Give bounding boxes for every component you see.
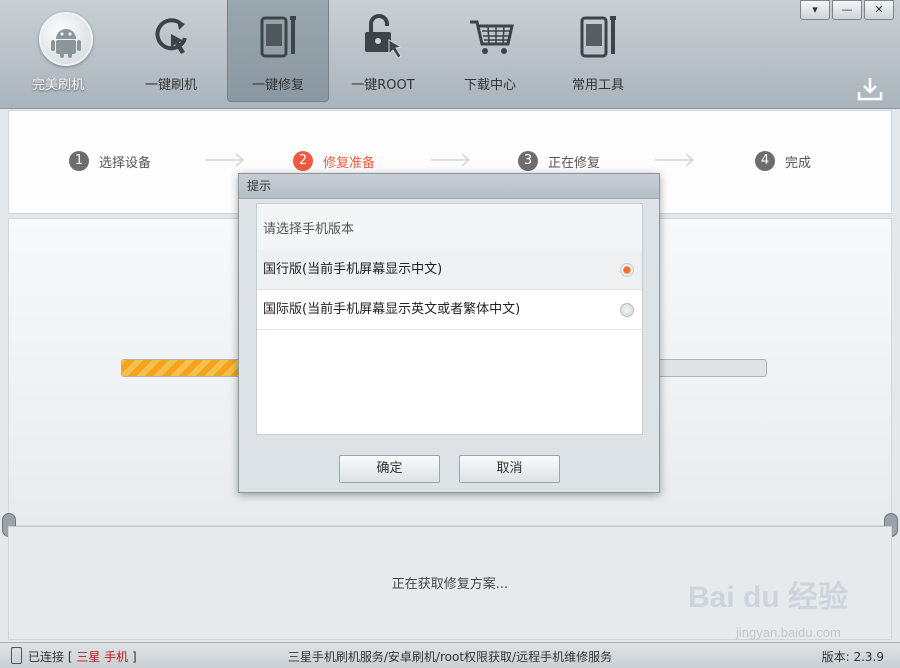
nav-label: 下载中心 <box>463 78 516 93</box>
ok-button[interactable]: 确定 <box>339 455 440 483</box>
nav-label: 一键修复 <box>251 78 304 93</box>
android-logo-icon <box>39 12 93 66</box>
close-button[interactable]: ✕ <box>864 0 894 20</box>
dialog-body: 请选择手机版本 国行版(当前手机屏幕显示中文) 国际版(当前手机屏幕显示英文或者… <box>256 203 643 435</box>
nav-label: 一键刷机 <box>144 78 197 93</box>
radio-button[interactable] <box>620 263 634 277</box>
step-label: 选择设备 <box>99 155 152 171</box>
nav-one-click-flash[interactable]: 一键刷机 <box>121 0 221 100</box>
step-number: 3 <box>518 151 538 171</box>
step-number: 2 <box>293 151 313 171</box>
step-repair-prep: 2 修复准备 <box>293 151 375 171</box>
step-number: 4 <box>755 151 775 171</box>
arrow-right-icon <box>205 153 245 167</box>
dialog-prompt: 请选择手机版本 <box>257 204 642 250</box>
nav-common-tools[interactable]: 常用工具 <box>548 0 648 100</box>
option-label: 国际版(当前手机屏幕显示英文或者繁体中文) <box>263 302 521 317</box>
watermark-url: jingyan.baidu.com <box>736 625 841 640</box>
menu-button[interactable]: ▾ <box>800 0 830 20</box>
refresh-touch-icon <box>155 18 187 54</box>
step-label: 修复准备 <box>323 155 376 171</box>
arrow-right-icon <box>431 153 471 167</box>
status-bar: 已连接 [ 三星 手机 ] 三星手机刷机服务/安卓刷机/root权限获取/远程手… <box>0 642 900 668</box>
tools-icon <box>580 16 616 58</box>
step-number: 1 <box>69 151 89 171</box>
nav-one-click-root[interactable]: 一键ROOT <box>333 0 433 100</box>
version-label: 版本: 2.3.9 <box>821 650 884 664</box>
top-toolbar: 完美刷机 一键刷机 一键修复 一键ROOT 下载中心 常用工具 ▾ — ✕ <box>0 0 900 109</box>
arrow-right-icon <box>655 153 695 167</box>
option-domestic[interactable]: 国行版(当前手机屏幕显示中文) <box>257 250 642 290</box>
minimize-button[interactable]: — <box>832 0 862 20</box>
option-label: 国行版(当前手机屏幕显示中文) <box>263 262 443 277</box>
step-repairing: 3 正在修复 <box>518 151 600 171</box>
radio-button[interactable] <box>620 303 634 317</box>
nav-label: 一键ROOT <box>351 78 415 93</box>
shopping-cart-icon <box>470 20 514 54</box>
window-controls: ▾ — ✕ <box>798 0 894 20</box>
nav-one-click-repair[interactable]: 一键修复 <box>227 0 329 102</box>
cancel-button[interactable]: 取消 <box>459 455 560 483</box>
nav-label: 常用工具 <box>571 78 624 93</box>
step-label: 正在修复 <box>548 155 601 171</box>
step-complete: 4 完成 <box>755 151 811 171</box>
phone-wrench-icon <box>260 16 296 58</box>
nav-perfect-flash[interactable]: 完美刷机 <box>8 0 108 100</box>
progress-fill <box>122 360 238 376</box>
dialog-title: 提示 <box>239 174 659 199</box>
nav-download-center[interactable]: 下载中心 <box>440 0 540 100</box>
baidu-watermark: Bai du 经验 <box>688 572 848 616</box>
step-select-device: 1 选择设备 <box>69 151 151 171</box>
option-international[interactable]: 国际版(当前手机屏幕显示英文或者繁体中文) <box>257 290 642 330</box>
nav-label: 完美刷机 <box>31 78 84 93</box>
select-version-dialog: 提示 请选择手机版本 国行版(当前手机屏幕显示中文) 国际版(当前手机屏幕显示英… <box>238 173 660 493</box>
watermark-text: Bai du 经验 <box>688 581 849 614</box>
unlock-touch-icon <box>365 14 403 59</box>
download-icon[interactable] <box>856 76 884 102</box>
step-label: 完成 <box>785 155 812 171</box>
service-links[interactable]: 三星手机刷机服务/安卓刷机/root权限获取/远程手机维修服务 <box>0 648 900 665</box>
